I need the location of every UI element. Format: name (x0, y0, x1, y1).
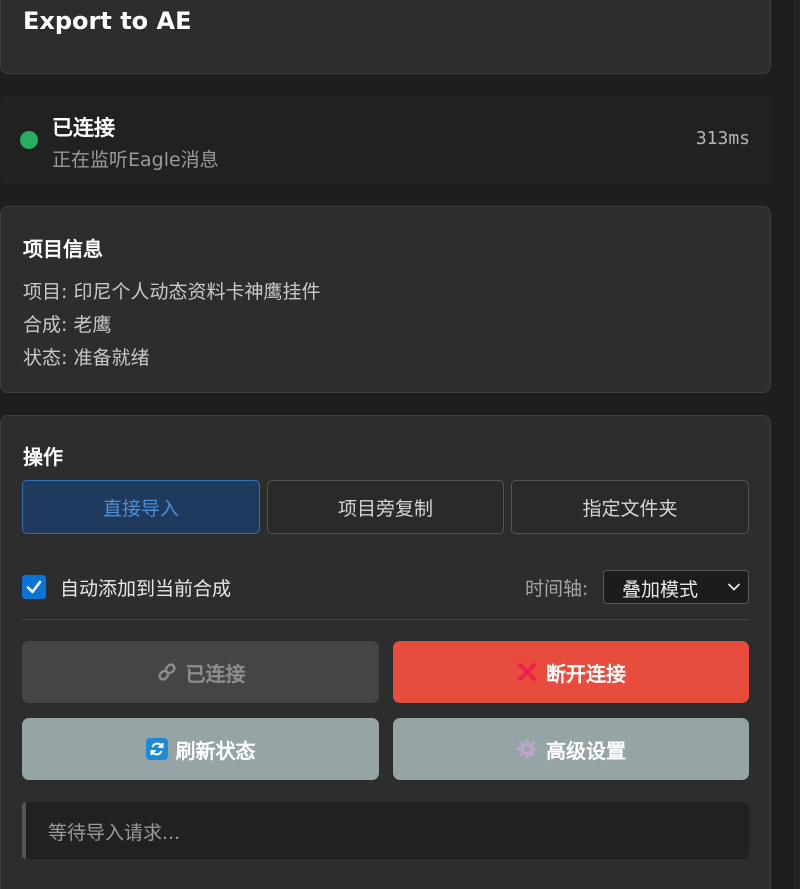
log-text: 等待导入请求... (48, 822, 181, 844)
connection-status-subtitle: 正在监听Eagle消息 (52, 149, 219, 171)
status-dot-icon (20, 131, 38, 149)
status-line: 状态: 准备就绪 (23, 347, 150, 369)
timeline-label: 时间轴: (525, 578, 589, 600)
mode-specified-folder-button[interactable]: 指定文件夹 (511, 480, 749, 534)
advanced-button-label: 高级设置 (546, 738, 626, 763)
log-box: 等待导入请求... (22, 802, 749, 859)
advanced-settings-button[interactable]: 高级设置 (393, 718, 749, 780)
refresh-icon (145, 738, 168, 760)
connection-status-title: 已连接 (52, 116, 115, 140)
disconnect-button-label: 断开连接 (546, 661, 626, 686)
mode-direct-import-button[interactable]: 直接导入 (22, 480, 260, 534)
composition-line: 合成: 老鹰 (23, 314, 112, 336)
export-panel: Export to AE 已连接 正在监听Eagle消息 313ms 项目信息 … (0, 0, 800, 889)
latency-readout: 313ms (695, 128, 750, 149)
link-icon (156, 661, 178, 683)
connected-button[interactable]: 已连接 (22, 641, 379, 703)
operations-heading: 操作 (23, 445, 63, 469)
disconnect-button[interactable]: 断开连接 (393, 641, 749, 703)
divider (22, 619, 749, 620)
gear-icon (516, 738, 538, 760)
title-card: Export to AE (0, 0, 771, 74)
project-name-line: 项目: 印尼个人动态资料卡神鹰挂件 (23, 281, 321, 303)
refresh-button-label: 刷新状态 (175, 738, 256, 763)
project-info-card: 项目信息 项目: 印尼个人动态资料卡神鹰挂件 合成: 老鹰 状态: 准备就绪 (0, 206, 771, 393)
checkmark-icon (26, 580, 42, 594)
auto-add-label[interactable]: 自动添加到当前合成 (60, 574, 231, 601)
refresh-status-button[interactable]: 刷新状态 (22, 718, 379, 780)
timeline-mode-select[interactable]: 叠加模式 (603, 570, 749, 604)
chevron-down-icon (728, 583, 740, 591)
auto-add-checkbox[interactable] (22, 575, 46, 599)
connected-button-label: 已连接 (185, 661, 246, 686)
app-title: Export to AE (23, 7, 192, 35)
scrollbar[interactable] (794, 0, 800, 889)
mode-copy-beside-project-button[interactable]: 项目旁复制 (267, 480, 504, 534)
timeline-mode-value: 叠加模式 (622, 579, 699, 601)
project-info-heading: 项目信息 (23, 237, 103, 261)
close-icon (516, 661, 538, 683)
